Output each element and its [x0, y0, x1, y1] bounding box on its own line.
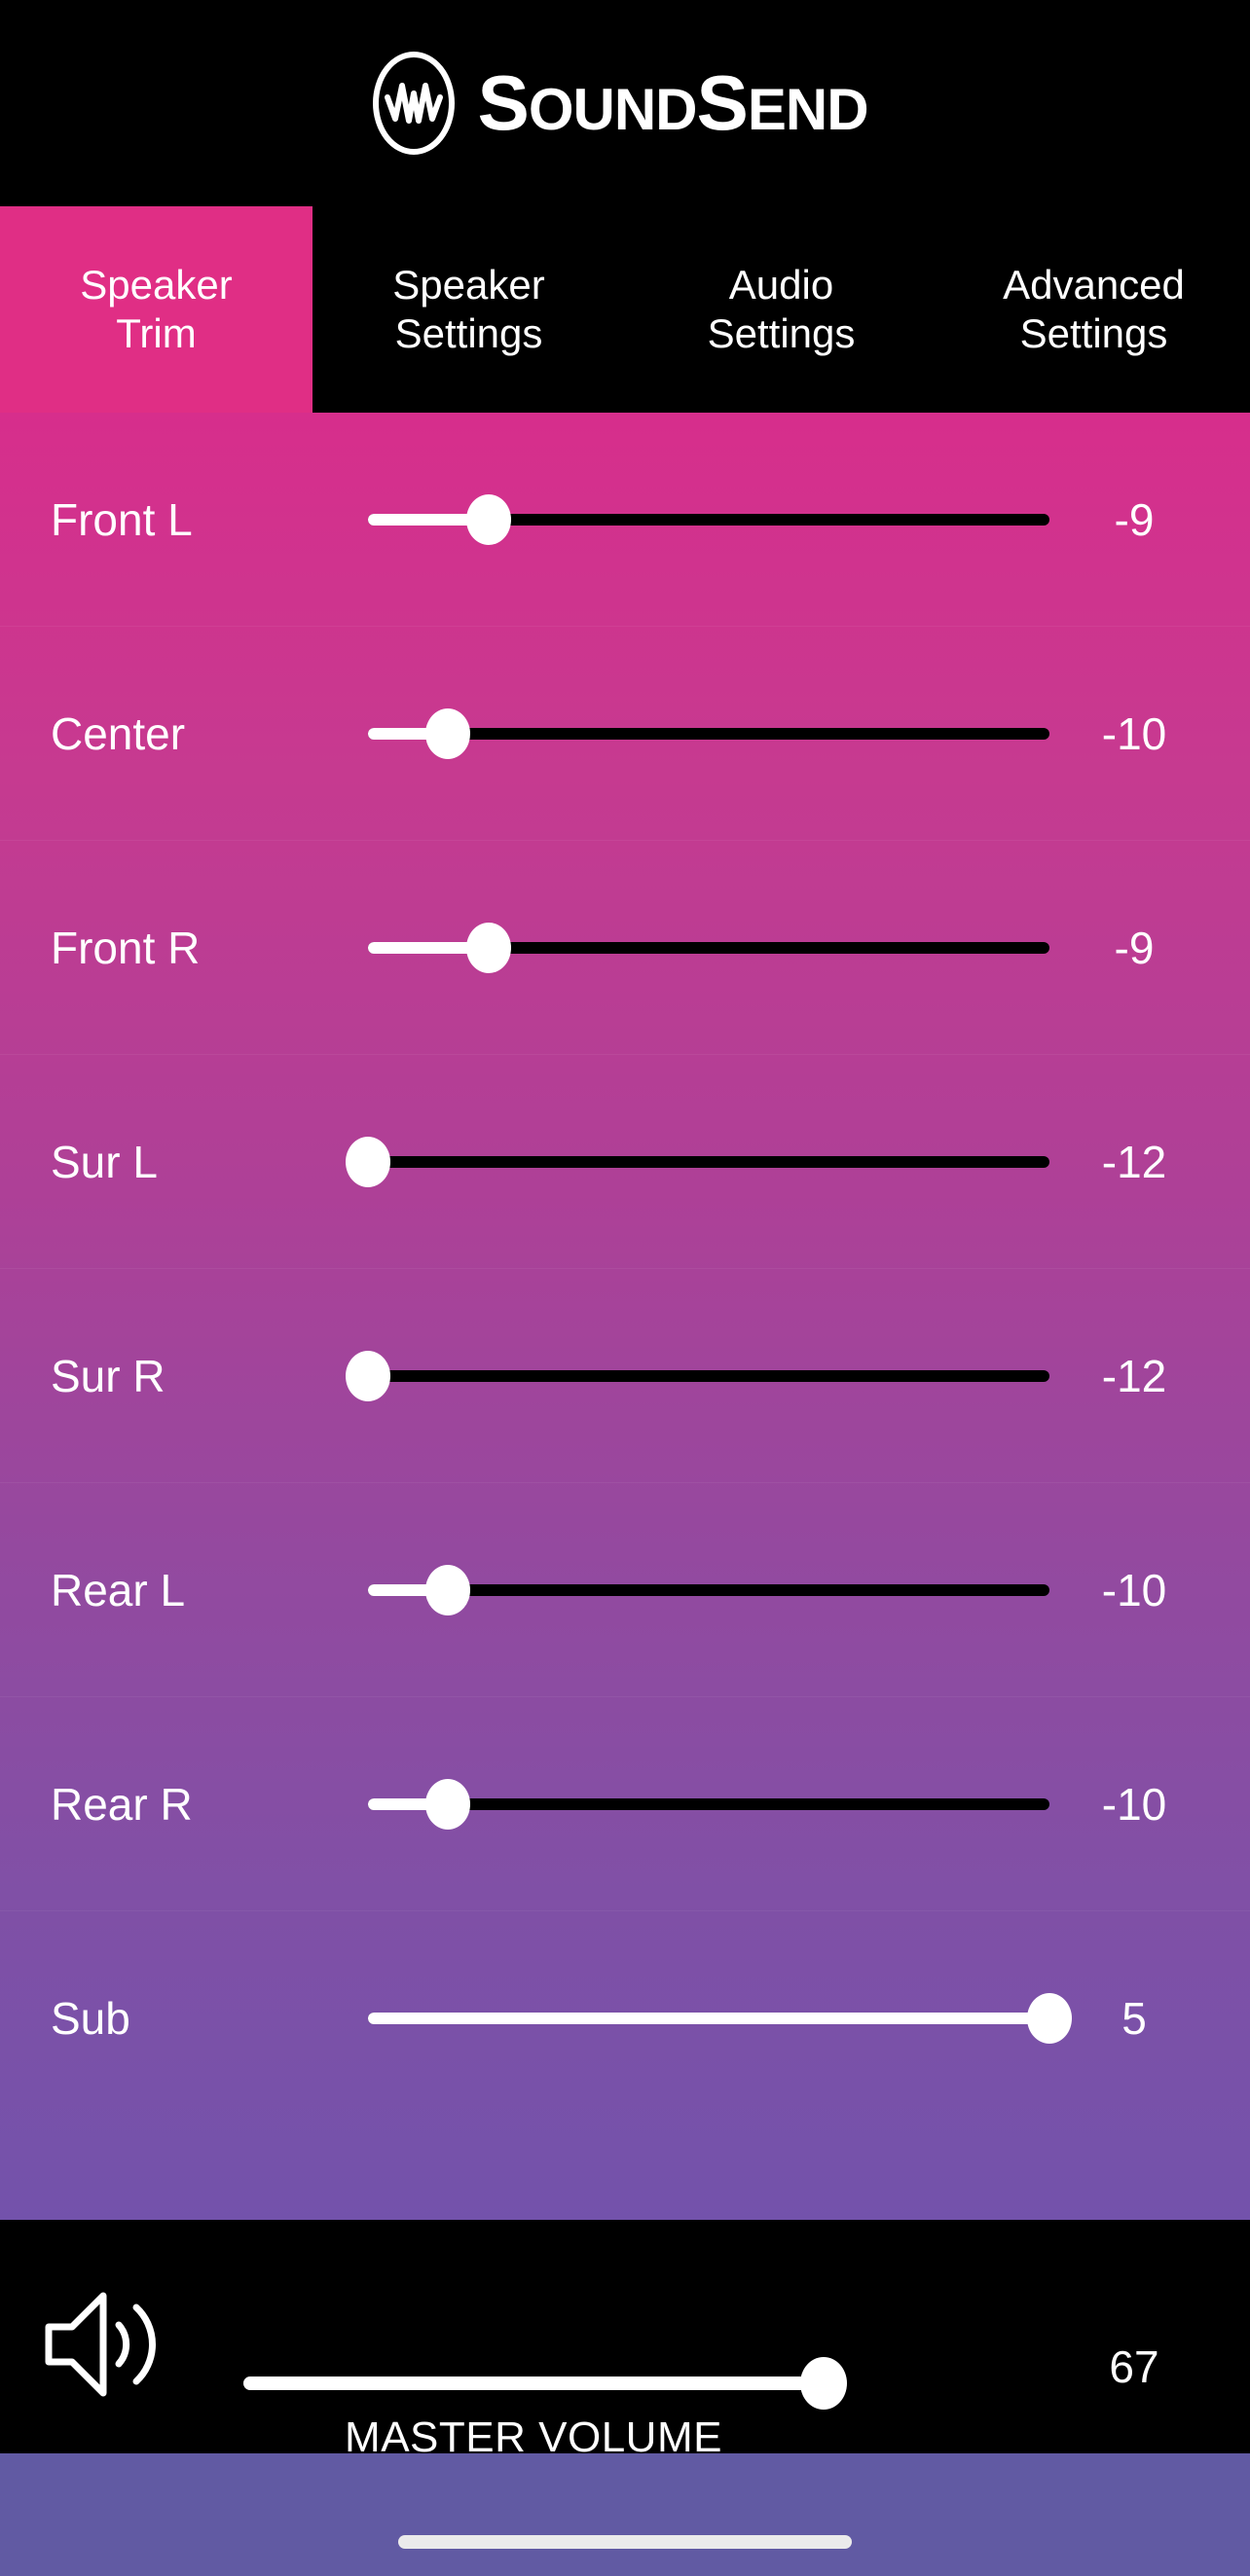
speaker-trim-list: Front L -9 Center -10 Front R -9 Sur L -12 Sur R…	[0, 413, 1250, 2220]
tab-advanced-settings-line1: Advanced	[1003, 262, 1185, 308]
trim-row: Rear R -10	[0, 1697, 1250, 1911]
trim-label: Rear L	[51, 1564, 186, 1615]
trim-value: -10	[1101, 707, 1167, 759]
trim-row: Front R -9	[0, 841, 1250, 1055]
trim-slider-thumb[interactable]	[346, 1350, 390, 1401]
tab-bar: Speaker Trim Speaker Settings Audio Sett…	[0, 206, 1250, 413]
trim-slider-thumb[interactable]	[465, 922, 511, 973]
trim-label: Front R	[51, 922, 201, 973]
trim-row: Sur L -12	[0, 1055, 1250, 1269]
tab-speaker-settings[interactable]: Speaker Settings	[312, 206, 625, 413]
tab-speaker-trim-line2: Trim	[116, 310, 197, 356]
tab-advanced-settings-line2: Settings	[1019, 310, 1168, 356]
master-volume-thumb[interactable]	[800, 2357, 847, 2410]
tab-speaker-settings-line1: Speaker	[392, 262, 545, 308]
trim-slider-fill	[368, 2013, 1049, 2024]
tab-speaker-trim[interactable]: Speaker Trim	[0, 206, 312, 413]
tab-audio-settings-line2: Settings	[707, 310, 856, 356]
home-indicator[interactable]	[398, 2535, 852, 2549]
trim-row: Center -10	[0, 627, 1250, 841]
tab-audio-settings[interactable]: Audio Settings	[625, 206, 938, 413]
trim-slider-thumb[interactable]	[465, 493, 511, 545]
trim-value: -12	[1101, 1136, 1167, 1187]
trim-slider-thumb[interactable]	[346, 1136, 390, 1187]
trim-label: Sub	[51, 1993, 130, 2044]
trim-row: Sur R -12	[0, 1269, 1250, 1483]
master-volume-slider[interactable]	[243, 2356, 847, 2411]
waveform-circle-icon	[373, 52, 456, 155]
trim-slider[interactable]	[368, 921, 1049, 975]
trim-value: -10	[1101, 1564, 1167, 1615]
master-volume-value: 67	[1109, 2341, 1159, 2392]
trim-row: Rear L -10	[0, 1483, 1250, 1697]
speaker-volume-icon[interactable]	[29, 2284, 165, 2405]
brand-wordmark: SOUNDSEND	[477, 64, 869, 142]
trim-slider[interactable]	[346, 1135, 1049, 1189]
tab-speaker-settings-line2: Settings	[394, 310, 543, 356]
trim-slider[interactable]	[368, 707, 1049, 761]
trim-row: Sub 5	[0, 1911, 1250, 2125]
home-indicator-area	[0, 2453, 1250, 2576]
app-header: SOUNDSEND	[0, 0, 1250, 206]
trim-slider-thumb[interactable]	[425, 1564, 471, 1615]
trim-label: Sur R	[51, 1350, 165, 1401]
trim-label: Sur L	[51, 1136, 158, 1187]
trim-slider[interactable]	[368, 1777, 1049, 1832]
trim-slider-track[interactable]	[368, 1369, 1049, 1382]
trim-slider[interactable]	[368, 492, 1049, 547]
speaker-trim-panel: Front L -9 Center -10 Front R -9 Sur L -12 Sur R…	[0, 413, 1250, 2220]
brand-end: END	[747, 77, 869, 142]
app-screen: SOUNDSEND Speaker Trim Speaker Settings …	[0, 0, 1250, 2576]
trim-label: Center	[51, 707, 186, 759]
trim-value: -10	[1101, 1778, 1167, 1830]
trim-slider-thumb[interactable]	[425, 1778, 471, 1830]
tab-speaker-trim-line1: Speaker	[80, 262, 233, 308]
trim-label: Front L	[51, 493, 193, 545]
brand-letter-s2: S	[696, 59, 748, 146]
trim-value: -9	[1114, 922, 1155, 973]
trim-slider[interactable]	[346, 1349, 1049, 1403]
brand-ound: OUND	[528, 77, 698, 142]
trim-label: Rear R	[51, 1778, 193, 1830]
trim-row: Front L -9	[0, 413, 1250, 627]
master-volume-track[interactable]	[243, 2376, 824, 2390]
brand-logo: SOUNDSEND	[372, 51, 869, 156]
tab-audio-settings-line1: Audio	[728, 262, 834, 308]
trim-slider[interactable]	[368, 1991, 1072, 2046]
trim-value: -9	[1114, 493, 1155, 545]
brand-letter-s1: S	[477, 59, 529, 146]
trim-value: 5	[1121, 1993, 1147, 2044]
trim-slider[interactable]	[368, 1563, 1049, 1617]
trim-slider-track[interactable]	[368, 1155, 1049, 1168]
tab-advanced-settings[interactable]: Advanced Settings	[938, 206, 1250, 413]
trim-slider-thumb[interactable]	[425, 707, 471, 759]
trim-value: -12	[1101, 1350, 1167, 1401]
